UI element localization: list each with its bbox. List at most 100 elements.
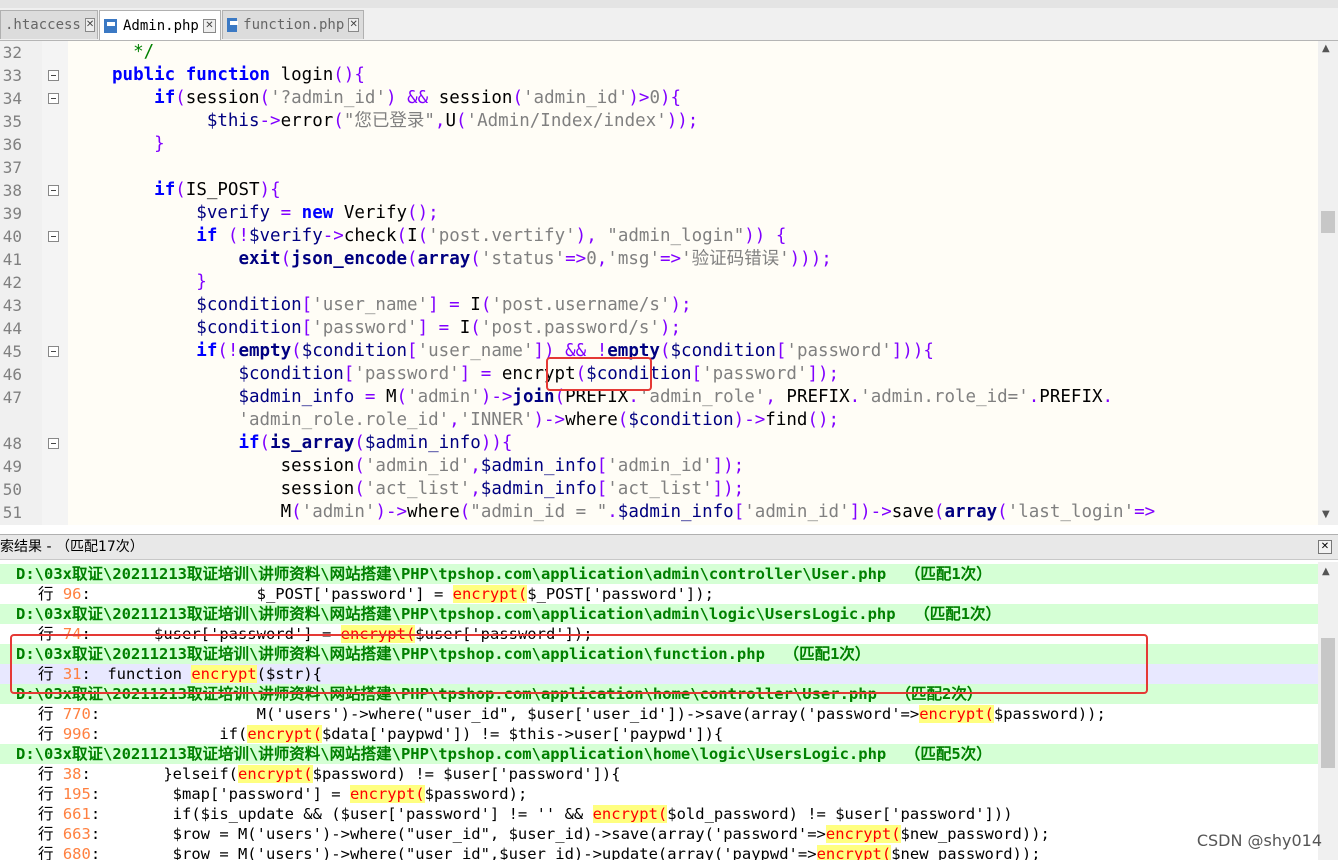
code-token: )) { [744, 226, 787, 246]
fold-toggle-icon[interactable] [48, 93, 59, 104]
result-code: }elseif(encrypt($password) != $user['pas… [98, 764, 621, 784]
code-line[interactable]: 43 $condition['user_name'] = I('post.use… [0, 294, 1318, 317]
match-highlight: encrypt( [825, 825, 901, 843]
code-token: $admin_info [364, 433, 481, 453]
code-token: ( [175, 180, 186, 200]
save-file-icon [104, 18, 117, 33]
code-line[interactable]: 51 M('admin')->where("admin_id = ".$admi… [0, 501, 1318, 524]
scroll-up-icon[interactable]: ▲ [1322, 43, 1330, 54]
code-token: $admin_info [617, 502, 734, 522]
result-code-part: $_POST['password'] = [98, 585, 453, 603]
code-line[interactable]: 47 $admin_info = M('admin')->join(PREFIX… [0, 386, 1318, 409]
result-code: M('users')->where("user_id", $user['user… [98, 704, 1106, 724]
result-line-row[interactable]: 行 96: $_POST['password'] = encrypt($_POS… [0, 584, 1318, 604]
result-line-number: 770 [62, 705, 91, 723]
result-line-label: 行 996: [38, 724, 100, 744]
result-line-number: 96 [62, 585, 82, 603]
fold-toggle-icon[interactable] [48, 185, 59, 196]
code-line[interactable]: 40 if (!$verify->check(I('post.vertify')… [0, 225, 1318, 248]
result-line-row[interactable]: 行 195: $map['password'] = encrypt($passw… [0, 784, 1318, 804]
code-line[interactable]: 46 $condition['password'] = encrypt($con… [0, 363, 1318, 386]
close-icon[interactable]: ✕ [348, 18, 359, 32]
code-token: ); [670, 295, 692, 315]
result-code-part: $password); [424, 785, 528, 803]
code-token: ])){ [891, 341, 934, 361]
fold-toggle-icon[interactable] [48, 231, 59, 242]
code-token: , [596, 249, 608, 269]
code-token: if [196, 226, 218, 246]
code-line[interactable]: 36 } [0, 133, 1318, 156]
close-icon[interactable]: ✕ [1318, 540, 1332, 554]
code-line[interactable]: 32 */ [0, 41, 1318, 64]
code-token: ])-> [849, 502, 892, 522]
result-line-label: 行 38: [38, 764, 91, 784]
scrollbar-thumb[interactable] [1321, 211, 1335, 233]
result-line-number: 38 [62, 765, 82, 783]
fold-toggle-icon[interactable] [48, 70, 59, 81]
code-token: ]); [712, 456, 745, 476]
code-token: . [607, 502, 618, 522]
editor-scrollbar[interactable]: ▲ ▼ [1318, 41, 1338, 525]
code-line[interactable]: 48 if(is_array($admin_info)){ [0, 432, 1318, 455]
code-token: $condition [670, 341, 776, 361]
result-line-row[interactable]: 行 996: if(encrypt($data['paypwd']) != $t… [0, 724, 1318, 744]
result-line-row[interactable]: 行 770: M('users')->where("user_id", $use… [0, 704, 1318, 724]
code-line[interactable]: 'admin_role.role_id','INNER')->where($co… [0, 409, 1318, 432]
result-file-row[interactable]: D:\03x取证\20211213取证培训\讲师资料\网站搭建\PHP\tpsh… [0, 564, 1318, 584]
code-line[interactable]: 37 [0, 156, 1318, 179]
tab-function-php[interactable]: function.php ✕ [222, 10, 364, 39]
line-number: 38 [2, 181, 22, 200]
close-icon[interactable]: ✕ [202, 18, 216, 33]
result-code-part: $map['password'] = [98, 785, 350, 803]
code-token: (! [217, 226, 249, 246]
code-token: ( [470, 318, 481, 338]
code-text: 'admin_role.role_id','INNER')->where($co… [112, 409, 839, 432]
results-scrollbar[interactable]: ▲ [1318, 562, 1338, 860]
tab-admin-php[interactable]: Admin.php ✕ [99, 10, 221, 40]
result-file-row[interactable]: D:\03x取证\20211213取证培训\讲师资料\网站搭建\PHP\tpsh… [0, 604, 1318, 624]
code-token: empty [238, 341, 292, 361]
scroll-down-icon[interactable]: ▼ [1322, 509, 1330, 520]
code-token: ( [470, 249, 481, 269]
code-token: array [417, 249, 471, 269]
code-token: ( [291, 502, 302, 522]
fold-toggle-icon[interactable] [48, 346, 59, 357]
result-line-row[interactable]: 行 661: if($is_update && ($user['password… [0, 804, 1318, 824]
line-number: 36 [2, 135, 22, 154]
code-line[interactable]: 34 if(session('?admin_id') && session('a… [0, 87, 1318, 110]
tab-htaccess[interactable]: .htaccess ✕ [0, 10, 98, 39]
line-number: 35 [2, 112, 22, 131]
code-line[interactable]: 42 } [0, 271, 1318, 294]
code-token: where [565, 410, 618, 430]
result-line-row[interactable]: 行 680: $row = M('users')->where("user_id… [0, 844, 1318, 860]
code-line[interactable]: 33 public function login(){ [0, 64, 1318, 87]
close-icon[interactable]: ✕ [84, 18, 96, 32]
code-line[interactable]: 49 session('admin_id',$admin_info['admin… [0, 455, 1318, 478]
code-editor[interactable]: 32 */33 public function login(){34 if(ses… [0, 41, 1318, 525]
fold-toggle-icon[interactable] [48, 438, 59, 449]
code-token: where [407, 502, 460, 522]
code-token: [ [596, 456, 608, 476]
code-line[interactable]: 45 if(!empty($condition['user_name']) &&… [0, 340, 1318, 363]
result-line-row[interactable]: 行 663: $row = M('users')->where("user_id… [0, 824, 1318, 844]
code-text: if(is_array($admin_info)){ [112, 432, 512, 455]
result-line-row[interactable]: 行 38: }elseif(encrypt($password) != $use… [0, 764, 1318, 784]
result-line-number: 996 [62, 725, 91, 743]
code-line[interactable]: 35 $this->error("您已登录",U('Admin/Index/in… [0, 110, 1318, 133]
code-line[interactable]: 38 if(IS_POST){ [0, 179, 1318, 202]
code-token: 'admin_role' [638, 387, 766, 407]
scrollbar-thumb[interactable] [1321, 638, 1335, 768]
line-number: 50 [2, 480, 22, 499]
search-results-list[interactable]: D:\03x取证\20211213取证培训\讲师资料\网站搭建\PHP\tpsh… [0, 562, 1318, 860]
code-line[interactable]: 44 $condition['password'] = I('post.pass… [0, 317, 1318, 340]
result-file-row[interactable]: D:\03x取证\20211213取证培训\讲师资料\网站搭建\PHP\tpsh… [0, 744, 1318, 764]
code-token: [ [775, 341, 787, 361]
code-line[interactable]: 41 exit(json_encode(array('status'=>0,'m… [0, 248, 1318, 271]
scroll-up-icon[interactable]: ▲ [1322, 566, 1330, 577]
code-line[interactable]: 50 session('act_list',$admin_info['act_l… [0, 478, 1318, 501]
code-line[interactable]: 39 $verify = new Verify(); [0, 202, 1318, 225]
